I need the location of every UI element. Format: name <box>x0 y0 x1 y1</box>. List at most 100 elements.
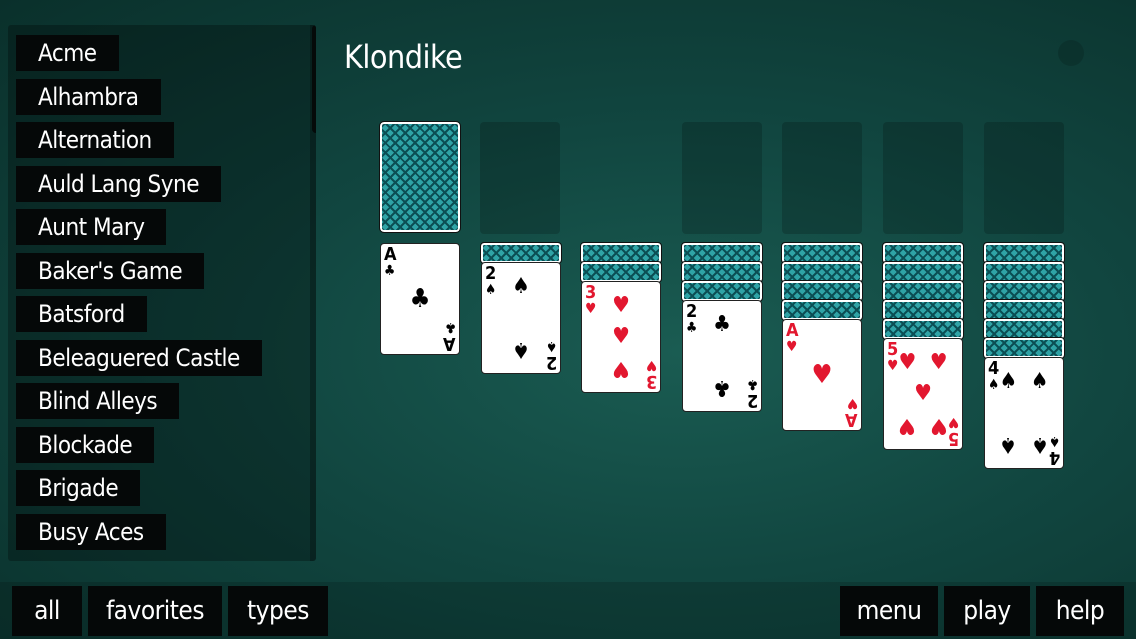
game-list-item-aunt-mary[interactable]: Aunt Mary <box>16 209 167 245</box>
card-pip: ♥ <box>898 350 917 376</box>
card-rank: 2 <box>746 390 758 411</box>
game-list-item-blind-alleys[interactable]: Blind Alleys <box>16 383 180 419</box>
card-rank: 3 <box>645 371 657 392</box>
card-pip: ♠ <box>1030 369 1049 395</box>
card-suit: ♥ <box>645 357 657 373</box>
play-button[interactable]: play <box>944 586 1030 636</box>
face-down-card <box>983 299 1065 321</box>
face-down-card <box>580 261 662 283</box>
face-down-card <box>882 261 964 283</box>
card-pip: ♠ <box>999 431 1018 457</box>
face-down-card <box>580 242 662 264</box>
tableau-card[interactable]: A ♥ A ♥ ♥ <box>782 319 862 431</box>
card-pip: ♥ <box>612 324 630 349</box>
game-list-item-batsford[interactable]: Batsford <box>16 296 147 332</box>
tableau-card[interactable]: 2 ♠ 2 ♠ ♠ ♠ <box>481 262 561 374</box>
game-title: Klondike <box>344 38 463 76</box>
game-list-item-bakers-game[interactable]: Baker's Game <box>16 252 205 289</box>
game-list-item-auld-lang-syne[interactable]: Auld Lang Syne <box>16 165 221 202</box>
card-pip: ♣ <box>713 374 731 400</box>
card-rank: 2 <box>485 263 497 284</box>
face-down-card <box>983 318 1065 340</box>
tableau-card[interactable]: 5 ♥ 5 ♥ ♥ ♥ ♥ ♥ ♥ <box>883 338 963 450</box>
face-down-card <box>882 242 964 264</box>
foundation-slot-2[interactable] <box>782 122 862 234</box>
game-list-panel: Acme Alhambra Alternation Auld Lang Syne… <box>8 25 316 561</box>
card-pip: ♥ <box>612 293 630 319</box>
face-down-card <box>882 280 964 302</box>
game-list-item-acme[interactable]: Acme <box>16 35 119 71</box>
card-pip: ♠ <box>512 336 530 362</box>
face-down-card <box>781 299 863 321</box>
face-down-card <box>681 242 763 264</box>
game-list-item-busy-aces[interactable]: Busy Aces <box>16 513 166 550</box>
game-list-item-brigade[interactable]: Brigade <box>16 470 141 506</box>
game-list-item-alternation[interactable]: Alternation <box>16 122 174 158</box>
face-down-card <box>781 242 863 264</box>
foundation-slot-1[interactable] <box>682 122 762 234</box>
card-pip: ♠ <box>1030 431 1049 457</box>
face-down-card <box>983 337 1065 359</box>
card-pip: ♥ <box>929 350 948 376</box>
card-rank: 5 <box>947 428 959 449</box>
corner-indicator <box>1058 40 1084 66</box>
foundation-slot-3[interactable] <box>883 122 963 234</box>
game-list-item-beleaguered-castle[interactable]: Beleaguered Castle <box>16 339 262 376</box>
filter-favorites-button[interactable]: favorites <box>88 586 222 636</box>
card-suit: ♥ <box>887 358 899 374</box>
tableau-card[interactable]: 3 ♥ 3 ♥ ♥ ♥ ♥ <box>581 281 661 393</box>
filter-all-button[interactable]: all <box>12 586 82 636</box>
card-rank: 5 <box>887 339 899 360</box>
card-rank: A <box>786 320 799 341</box>
card-suit: ♣ <box>384 263 396 279</box>
face-down-card <box>882 318 964 340</box>
face-down-card <box>681 280 763 302</box>
face-down-card <box>983 261 1065 283</box>
card-rank: 2 <box>545 352 557 373</box>
card-suit: ♣ <box>746 376 758 392</box>
card-rank: 4 <box>988 358 1000 379</box>
card-pip: ♥ <box>929 412 948 438</box>
face-down-card <box>983 242 1065 264</box>
card-suit: ♣ <box>686 320 698 336</box>
card-pip: ♥ <box>811 360 833 390</box>
game-list-item-blockade[interactable]: Blockade <box>16 426 155 463</box>
face-down-card <box>681 261 763 283</box>
card-suit: ♥ <box>947 414 959 430</box>
card-rank: 4 <box>1048 447 1060 468</box>
tableau-card[interactable]: A ♣ A ♣ ♣ <box>380 243 460 355</box>
help-button[interactable]: help <box>1036 586 1124 636</box>
card-pip: ♥ <box>612 355 630 381</box>
menu-button[interactable]: menu <box>840 586 938 636</box>
card-suit: ♠ <box>1048 433 1060 449</box>
card-pip: ♥ <box>914 381 932 406</box>
foundation-slot-4[interactable] <box>984 122 1064 234</box>
card-pip: ♠ <box>512 274 530 300</box>
card-rank: 2 <box>686 301 698 322</box>
card-suit: ♥ <box>585 301 597 317</box>
tableau-card[interactable]: 4 ♠ 4 ♠ ♠ ♠ ♠ ♠ <box>984 357 1064 469</box>
game-list-scrollbar-thumb[interactable] <box>312 25 316 133</box>
face-down-card <box>480 242 562 264</box>
card-suit: ♠ <box>485 282 497 298</box>
card-pip: ♣ <box>713 312 731 338</box>
card-suit: ♣ <box>444 319 456 335</box>
face-down-card <box>983 280 1065 302</box>
card-suit: ♠ <box>988 377 1000 393</box>
game-list-item-alhambra[interactable]: Alhambra <box>16 78 161 115</box>
face-down-card <box>781 261 863 283</box>
face-down-card <box>882 299 964 321</box>
card-suit: ♥ <box>786 339 798 355</box>
card-rank: A <box>845 409 858 430</box>
tableau-card[interactable]: 2 ♣ 2 ♣ ♣ ♣ <box>682 300 762 412</box>
card-pip: ♣ <box>409 284 431 314</box>
filter-types-button[interactable]: types <box>228 586 328 636</box>
card-rank: A <box>443 333 456 354</box>
card-rank: 3 <box>585 282 597 303</box>
card-pip: ♥ <box>898 412 917 438</box>
waste-slot[interactable] <box>480 122 560 234</box>
stock-pile[interactable] <box>379 121 461 233</box>
face-down-card <box>781 280 863 302</box>
card-pip: ♠ <box>999 369 1018 395</box>
card-suit: ♥ <box>846 395 858 411</box>
